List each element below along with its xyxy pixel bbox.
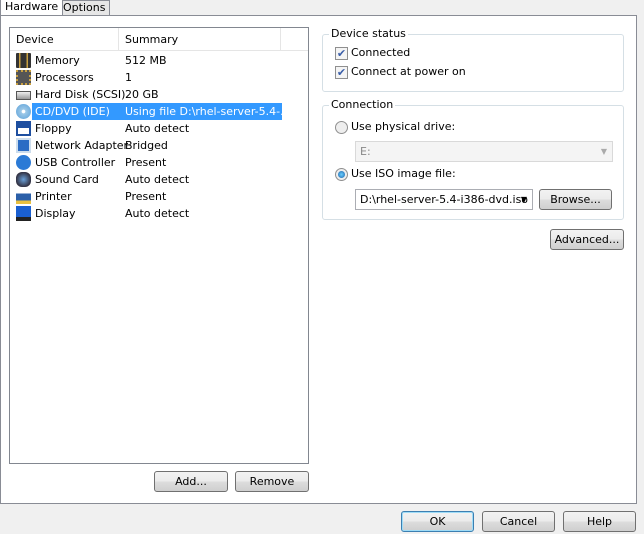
floppy-icon xyxy=(16,121,31,136)
tab-hardware[interactable]: Hardware xyxy=(0,0,64,15)
display-icon xyxy=(16,206,31,221)
device-row-floppy[interactable]: Floppy Auto detect xyxy=(14,120,304,137)
device-name: Network Adapter xyxy=(35,139,129,152)
device-summary: Auto detect xyxy=(125,173,190,186)
device-row-processors[interactable]: Processors 1 xyxy=(14,69,304,86)
tab-options[interactable]: Options xyxy=(58,0,111,16)
hardware-panel: Device Summary Memory 512 MB Processors 1 Ha… xyxy=(0,15,637,504)
chevron-down-icon: ▼ xyxy=(520,195,527,204)
connection-group: Connection Use physical drive: E: ▼ Use I… xyxy=(322,98,624,220)
device-name: CD/DVD (IDE) xyxy=(35,105,110,118)
device-row-hard-disk-scsi[interactable]: Hard Disk (SCSI) 20 GB xyxy=(14,86,304,103)
use-physical-drive-label: Use physical drive: xyxy=(351,120,456,133)
hard-disk-icon xyxy=(16,91,31,100)
device-row-display[interactable]: Display Auto detect xyxy=(14,205,304,222)
device-list[interactable]: Device Summary Memory 512 MB Processors 1 Ha… xyxy=(9,27,309,464)
connect-at-power-on-label: Connect at power on xyxy=(351,65,466,78)
device-name: Processors xyxy=(35,71,94,84)
device-row-sound-card[interactable]: Sound Card Auto detect xyxy=(14,171,304,188)
device-name: Printer xyxy=(35,190,72,203)
network-adapter-icon xyxy=(16,138,31,153)
device-status-group: Device status ✔ Connected ✔ Connect at p… xyxy=(322,27,624,92)
device-row-printer[interactable]: Printer Present xyxy=(14,188,304,205)
connect-at-power-on-checkbox[interactable]: ✔ xyxy=(335,66,348,79)
usb-icon xyxy=(16,155,31,170)
column-header-device[interactable]: Device xyxy=(10,28,119,51)
column-header-summary[interactable]: Summary xyxy=(119,28,281,51)
physical-drive-select[interactable]: E: ▼ xyxy=(355,141,613,162)
browse-button[interactable]: Browse... xyxy=(539,189,612,210)
device-row-cd-dvd-ide[interactable]: CD/DVD (IDE) Using file D:\rhel-server-5.… xyxy=(14,103,304,120)
connected-checkbox[interactable]: ✔ xyxy=(335,47,348,60)
cd-dvd-icon xyxy=(16,104,31,119)
use-iso-image-label: Use ISO image file: xyxy=(351,167,456,180)
device-summary: Present xyxy=(125,190,167,203)
remove-button[interactable]: Remove xyxy=(235,471,309,492)
device-row-memory[interactable]: Memory 512 MB xyxy=(14,52,304,69)
device-summary: 512 MB xyxy=(125,54,167,67)
cancel-button[interactable]: Cancel xyxy=(482,511,555,532)
use-iso-image-radio[interactable] xyxy=(335,168,348,181)
sound-card-icon xyxy=(16,172,31,187)
memory-icon xyxy=(16,53,31,68)
connection-title: Connection xyxy=(329,98,396,111)
use-physical-drive-radio[interactable] xyxy=(335,121,348,134)
advanced-button[interactable]: Advanced... xyxy=(550,229,624,250)
device-name: Floppy xyxy=(35,122,72,135)
device-name: Display xyxy=(35,207,76,220)
device-summary: Auto detect xyxy=(125,207,190,220)
device-summary: Bridged xyxy=(125,139,168,152)
iso-file-combo[interactable]: D:\rhel-server-5.4-i386-dvd.iso ▼ xyxy=(355,189,533,210)
help-button[interactable]: Help xyxy=(563,511,636,532)
device-summary: 20 GB xyxy=(125,88,159,101)
device-summary: Present xyxy=(125,156,167,169)
device-summary: Using file D:\rhel-server-5.4-... xyxy=(125,105,291,118)
processor-icon xyxy=(16,70,31,85)
add-button[interactable]: Add... xyxy=(154,471,228,492)
device-summary: 1 xyxy=(125,71,132,84)
printer-icon xyxy=(16,189,31,204)
device-row-network-adapter[interactable]: Network Adapter Bridged xyxy=(14,137,304,154)
device-name: USB Controller xyxy=(35,156,116,169)
device-name: Memory xyxy=(35,54,80,67)
column-header-filler xyxy=(281,28,308,51)
device-status-title: Device status xyxy=(329,27,408,40)
device-summary: Auto detect xyxy=(125,122,190,135)
device-row-usb-controller[interactable]: USB Controller Present xyxy=(14,154,304,171)
physical-drive-value: E: xyxy=(360,145,371,158)
chevron-down-icon: ▼ xyxy=(600,147,607,156)
device-name: Hard Disk (SCSI) xyxy=(35,88,126,101)
ok-button[interactable]: OK xyxy=(401,511,474,532)
iso-file-value: D:\rhel-server-5.4-i386-dvd.iso xyxy=(360,193,529,206)
connected-label: Connected xyxy=(351,46,411,59)
device-name: Sound Card xyxy=(35,173,99,186)
